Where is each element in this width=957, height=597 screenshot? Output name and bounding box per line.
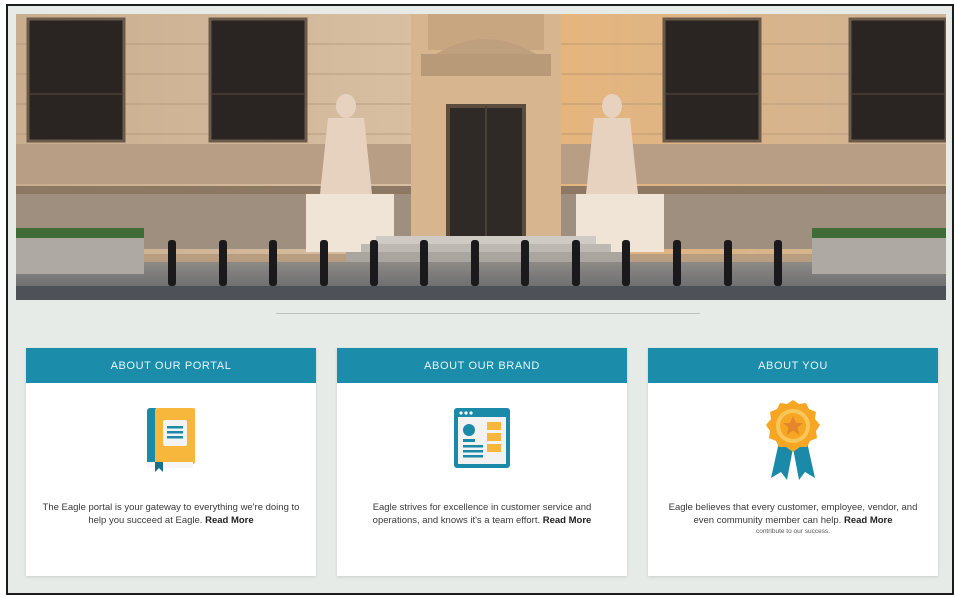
card-body-text: The Eagle portal is your gateway to ever… xyxy=(42,502,300,526)
section-divider xyxy=(276,313,700,314)
card-about-portal: ABOUT OUR PORTAL The Eagle portal is you… xyxy=(26,348,316,576)
card-title: ABOUT YOU xyxy=(648,348,938,383)
card-small-text: contribute to our success. xyxy=(755,528,831,535)
book-icon xyxy=(26,406,316,478)
card-title: ABOUT OUR PORTAL xyxy=(26,348,316,383)
read-more-link[interactable]: Read More xyxy=(543,515,592,526)
hero-image xyxy=(16,14,946,300)
building-facade-illustration xyxy=(16,14,946,300)
card-about-brand: ABOUT OUR BRAND Eagle strives for excell… xyxy=(337,348,627,576)
read-more-link[interactable]: Read More xyxy=(205,515,254,526)
read-more-link[interactable]: Read More xyxy=(844,515,893,526)
card-description: Eagle believes that every customer, empl… xyxy=(662,501,924,536)
card-description: The Eagle portal is your gateway to ever… xyxy=(40,501,302,527)
page-frame: ABOUT OUR PORTAL The Eagle portal is you… xyxy=(6,4,954,595)
card-title: ABOUT OUR BRAND xyxy=(337,348,627,383)
card-description: Eagle strives for excellence in customer… xyxy=(351,501,613,527)
award-ribbon-icon xyxy=(648,398,938,480)
browser-window-icon xyxy=(337,406,627,478)
card-about-you: ABOUT YOU Eagle believes that every cust… xyxy=(648,348,938,576)
